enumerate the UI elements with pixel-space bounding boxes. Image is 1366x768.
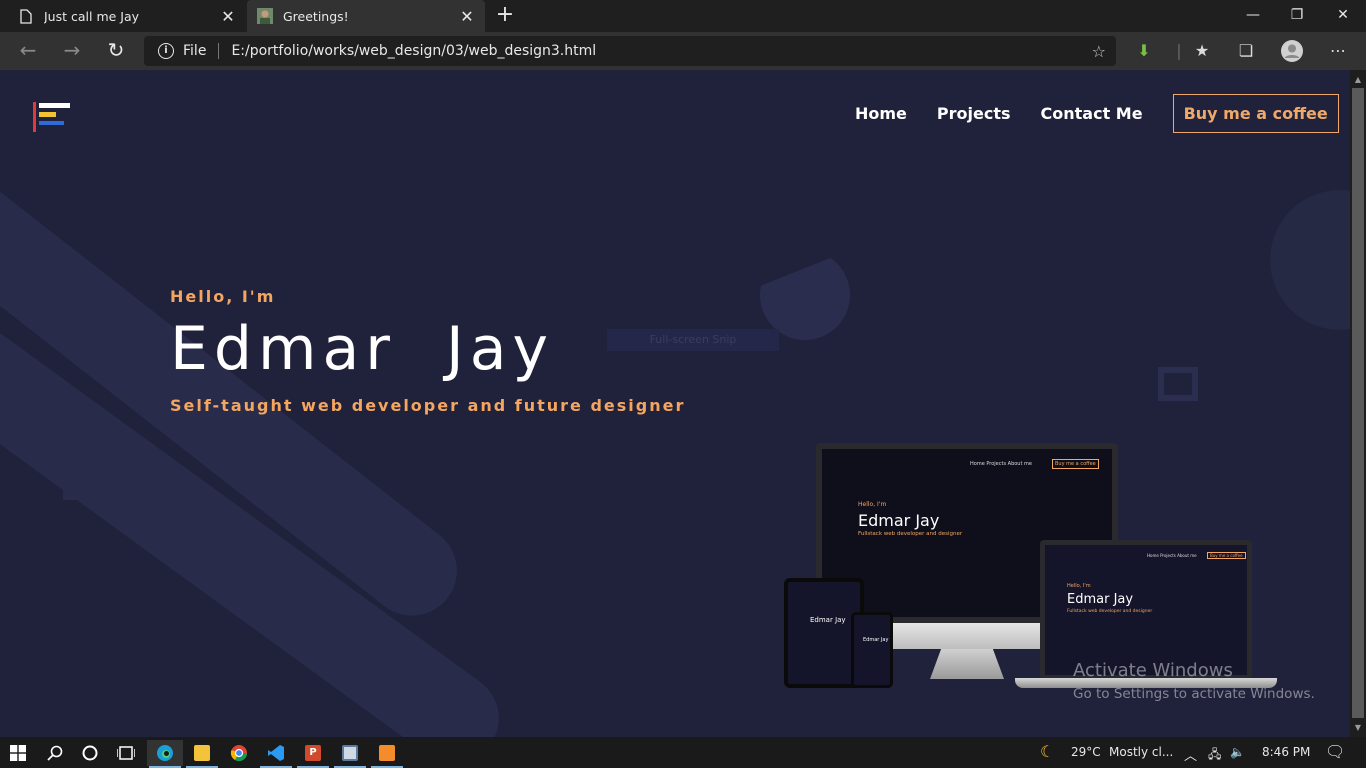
site-nav: Home Projects Contact Me Buy me a coffee xyxy=(855,94,1339,133)
divider: | xyxy=(1176,41,1182,60)
page-viewport: Home Projects Contact Me Buy me a coffee… xyxy=(0,70,1350,737)
mockup-subtitle: Fullstack web developer and designer xyxy=(858,531,963,537)
tab-title: Just call me Jay xyxy=(44,8,140,24)
weather-moon-icon[interactable]: ☾ xyxy=(1040,742,1054,761)
refresh-button[interactable]: ↻ xyxy=(102,38,130,64)
decor-square xyxy=(120,490,142,510)
mockup-name: Edmar Jay xyxy=(810,616,846,624)
control-panel-icon[interactable] xyxy=(332,740,368,768)
close-window-button[interactable]: ✕ xyxy=(1320,0,1366,32)
mockup-name: Edmar Jay xyxy=(1067,592,1134,607)
mockup-phone: Edmar Jay xyxy=(851,612,893,688)
file-explorer-icon[interactable] xyxy=(184,740,220,768)
decor-square xyxy=(1158,367,1198,401)
mockup-nav: Home Projects About me xyxy=(970,461,1032,467)
weather-temp[interactable]: 29°C xyxy=(1071,745,1101,759)
chevron-up-icon[interactable]: ︿ xyxy=(1184,745,1197,764)
tab-title: Greetings! xyxy=(283,8,349,24)
mockup-hello: Hello, I'm xyxy=(1067,583,1091,589)
close-icon[interactable]: ✕ xyxy=(220,7,236,26)
url-scheme: File xyxy=(183,43,207,59)
snip-overlay[interactable]: Full-screen Snip xyxy=(607,329,779,351)
task-view-icon[interactable] xyxy=(108,740,144,766)
decor-square xyxy=(155,477,168,487)
url-text[interactable]: E:/portfolio/works/web_design/03/web_des… xyxy=(231,43,596,59)
hero-greeting: Hello, I'm xyxy=(170,287,276,306)
decor-square xyxy=(63,480,83,500)
collections-icon[interactable]: ❏ xyxy=(1235,40,1257,62)
mockup-cta: Buy me a coffee xyxy=(1207,552,1246,559)
cortana-icon[interactable] xyxy=(72,740,108,766)
network-icon[interactable]: 🖧 xyxy=(1208,745,1221,766)
hero-tagline: Self-taught web developer and future des… xyxy=(170,396,686,415)
favicon-photo xyxy=(257,8,273,24)
sublime-text-icon[interactable] xyxy=(369,740,405,768)
tab-just-call-me-jay[interactable]: Just call me Jay ✕ xyxy=(8,0,246,32)
decor-half-circle xyxy=(760,250,850,340)
edge-icon[interactable] xyxy=(147,740,183,768)
scroll-up-icon[interactable]: ▲ xyxy=(1350,72,1366,88)
activate-windows-title: Activate Windows xyxy=(1073,660,1233,681)
page-icon xyxy=(18,8,34,24)
nav-contact[interactable]: Contact Me xyxy=(1041,104,1143,123)
vscode-icon[interactable] xyxy=(258,740,294,768)
info-icon[interactable]: i xyxy=(158,43,174,59)
download-icon[interactable]: ⬇ xyxy=(1133,40,1155,62)
notification-icon[interactable]: 🗨 xyxy=(1325,742,1345,761)
add-favorite-icon[interactable]: ☆ xyxy=(1092,42,1106,61)
decor-circle xyxy=(1270,190,1350,330)
page-scrollbar[interactable]: ▲ ▼ xyxy=(1350,70,1366,737)
scroll-thumb[interactable] xyxy=(1352,88,1364,718)
tab-strip: Just call me Jay ✕ Greetings! ✕ + — ❐ ✕ xyxy=(0,0,1366,32)
search-icon[interactable] xyxy=(37,740,73,766)
mockup-cta: Buy me a coffee xyxy=(1052,459,1099,469)
back-button[interactable]: ← xyxy=(14,38,42,64)
close-icon[interactable]: ✕ xyxy=(459,7,475,26)
volume-icon[interactable]: 🔈 xyxy=(1230,745,1245,759)
restore-button[interactable]: ❐ xyxy=(1274,0,1320,32)
windows-start-icon[interactable] xyxy=(0,740,36,766)
activate-windows-subtitle: Go to Settings to activate Windows. xyxy=(1073,686,1315,702)
divider xyxy=(218,43,220,59)
mockup-name: Edmar Jay xyxy=(863,637,889,643)
new-tab-button[interactable]: + xyxy=(494,4,516,26)
mockup-laptop: Home Projects About me Buy me a coffee H… xyxy=(1040,540,1252,680)
address-bar[interactable]: i File E:/portfolio/works/web_design/03/… xyxy=(144,36,1116,66)
tab-greetings[interactable]: Greetings! ✕ xyxy=(247,0,485,32)
nav-projects[interactable]: Projects xyxy=(937,104,1011,123)
scroll-down-icon[interactable]: ▼ xyxy=(1350,720,1366,736)
taskbar: P ☾ 29°C Mostly cl... ︿ 🖧 🔈 8:46 PM 🗨 xyxy=(0,737,1366,768)
chrome-icon[interactable] xyxy=(221,740,257,766)
minimize-button[interactable]: — xyxy=(1230,0,1276,32)
favorites-icon[interactable]: ★ xyxy=(1191,40,1213,62)
forward-button[interactable]: → xyxy=(58,38,86,64)
site-logo[interactable] xyxy=(33,102,73,132)
profile-avatar[interactable] xyxy=(1281,40,1303,62)
mockup-monitor-stand xyxy=(930,649,1004,679)
mockup-subtitle: Fullstack web developer and designer xyxy=(1067,609,1153,614)
powerpoint-icon[interactable]: P xyxy=(295,740,331,768)
buy-coffee-button[interactable]: Buy me a coffee xyxy=(1172,94,1339,133)
decor-square xyxy=(102,447,126,463)
more-options-icon[interactable]: ⋯ xyxy=(1327,40,1349,62)
clock-time[interactable]: 8:46 PM xyxy=(1262,745,1310,759)
mockup-name: Edmar Jay xyxy=(858,511,940,530)
browser-toolbar: ← → ↻ i File E:/portfolio/works/web_desi… xyxy=(0,32,1366,70)
hero-name: Edmar Jay xyxy=(170,314,554,384)
weather-desc[interactable]: Mostly cl... xyxy=(1109,745,1173,759)
nav-home[interactable]: Home xyxy=(855,104,907,123)
mockup-hello: Hello, I'm xyxy=(858,501,887,508)
mockup-nav: Home Projects About me xyxy=(1147,553,1197,558)
